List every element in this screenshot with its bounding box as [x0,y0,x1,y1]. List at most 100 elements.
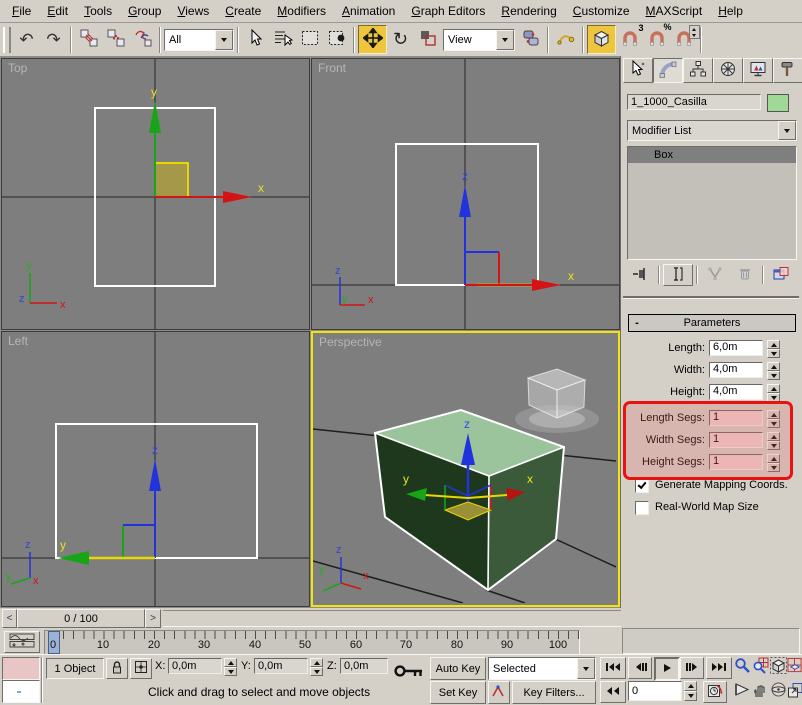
time-slider-track[interactable] [163,610,621,627]
key-mode-button[interactable] [600,681,626,703]
menu-views[interactable]: Views [169,1,217,21]
pan-button[interactable] [752,681,768,701]
set-key-curve-button[interactable] [488,681,510,704]
menu-tools[interactable]: Tools [76,1,120,21]
zoom-extents-button[interactable] [769,657,787,677]
go-to-start-button[interactable] [600,657,626,679]
length-segs-field[interactable]: 1 [709,410,763,426]
current-frame-spinner[interactable] [684,681,697,701]
bind-spacewarp-button[interactable] [129,26,156,53]
selection-filter-dropdown[interactable]: All [164,28,234,51]
current-frame-field[interactable]: 0 [628,681,682,701]
key-filter-mode-dropdown[interactable]: Selected [488,657,596,680]
length-spinner[interactable] [767,340,780,358]
play-button[interactable] [654,657,680,681]
prev-frame-button[interactable] [628,657,652,679]
viewport-front-label[interactable]: Front [318,61,346,75]
stack-item-box[interactable]: Box [628,147,796,163]
select-and-rotate-button[interactable]: ↻ [387,26,414,53]
x-coord-spinner[interactable] [224,658,237,676]
make-unique-button[interactable] [701,265,729,285]
generate-mapping-checkbox[interactable] [635,479,649,493]
select-object-button[interactable] [242,26,269,53]
menu-rendering[interactable]: Rendering [493,1,564,21]
menu-maxscript[interactable]: MAXScript [638,1,711,21]
tab-hierarchy[interactable] [683,58,713,83]
tab-motion[interactable] [713,58,743,83]
width-field[interactable]: 4,0m [709,362,763,378]
pivot-center-button[interactable] [517,26,544,53]
height-segs-spinner[interactable] [767,454,780,472]
mini-curve-editor-button[interactable] [4,631,40,653]
fov-button[interactable] [734,681,750,701]
y-coord-spinner[interactable] [310,658,323,676]
key-filter-mode-arrow[interactable] [577,658,595,679]
maxscript-listener-pink[interactable] [2,657,40,680]
height-field[interactable]: 4,0m [709,384,763,400]
maxscript-listener-white[interactable] [2,680,40,703]
tab-modify[interactable] [653,58,683,83]
time-slider-handle[interactable]: 0 / 100 [17,609,145,628]
menu-customize[interactable]: Customize [565,1,638,21]
modifier-stack[interactable]: Box [627,146,797,260]
zoom-all-button[interactable] [752,657,768,677]
menu-help[interactable]: Help [710,1,751,21]
configure-modifier-sets-button[interactable] [767,265,795,285]
parameters-rollout-header[interactable]: - Parameters [628,314,796,332]
viewport-front[interactable]: Front z x z y x [311,58,620,330]
spinner-snap-button[interactable] [670,25,700,53]
menu-animation[interactable]: Animation [334,1,403,21]
menu-graph-editors[interactable]: Graph Editors [403,1,493,21]
pin-stack-button[interactable] [627,265,655,285]
next-frame-button[interactable] [680,657,704,679]
undo-button[interactable]: ↶ [13,26,40,53]
time-config-button[interactable] [703,681,727,703]
select-by-name-button[interactable] [269,26,296,53]
menu-file[interactable]: File [4,1,39,21]
remove-modifier-button[interactable] [731,265,759,285]
select-and-move-button[interactable] [358,25,387,54]
viewport-top[interactable]: Top y x y x z [1,58,310,330]
redo-button[interactable]: ↷ [40,26,67,53]
unlink-button[interactable] [102,26,129,53]
menu-modifiers[interactable]: Modifiers [269,1,334,21]
set-key-button[interactable]: Set Key [430,681,486,704]
auto-key-button[interactable]: Auto Key [430,657,486,680]
object-name-field[interactable]: 1_1000_Casilla [627,94,761,110]
selection-filter-arrow[interactable] [215,29,233,50]
window-crossing-button[interactable] [323,26,350,53]
go-to-end-button[interactable] [706,657,732,679]
tab-utilities[interactable] [773,58,802,83]
snaps-toggle-button[interactable] [587,25,616,54]
zoom-button[interactable] [734,657,750,677]
ref-coord-arrow[interactable] [496,29,514,50]
width-segs-field[interactable]: 1 [709,432,763,448]
rollout-collapse-icon[interactable]: - [629,317,645,329]
time-next-button[interactable]: > [145,609,161,628]
key-filters-button[interactable]: Key Filters... [512,681,596,704]
modifier-list-dropdown[interactable]: Modifier List [627,120,797,141]
x-coord-field[interactable]: 0,0m [168,658,222,674]
viewport-perspective[interactable]: Perspective z y x z y x [311,331,620,607]
arc-rotate-button[interactable] [770,681,786,701]
menu-group[interactable]: Group [120,1,169,21]
viewport-top-label[interactable]: Top [8,61,27,75]
viewport-perspective-label[interactable]: Perspective [319,335,382,349]
z-coord-field[interactable]: 0,0m [340,658,388,674]
length-segs-spinner[interactable] [767,410,780,428]
y-coord-field[interactable]: 0,0m [254,658,308,674]
length-field[interactable]: 6,0m [709,340,763,356]
maximize-viewport-button[interactable] [788,681,802,701]
angle-snap-button[interactable]: 3 [616,23,644,53]
selection-lock-button[interactable] [106,658,128,679]
real-world-map-checkbox[interactable] [635,501,649,515]
absolute-mode-button[interactable] [130,658,152,679]
ref-coord-dropdown[interactable]: View [443,28,515,51]
toolbar-grip[interactable] [3,26,11,53]
tab-display[interactable] [743,58,773,83]
width-segs-spinner[interactable] [767,432,780,450]
select-and-manipulate-button[interactable] [552,26,579,53]
show-end-result-button[interactable] [663,264,693,286]
menu-create[interactable]: Create [217,1,269,21]
frame-ruler[interactable]: 0 10 20 30 40 50 60 70 80 90 100 [44,630,580,655]
